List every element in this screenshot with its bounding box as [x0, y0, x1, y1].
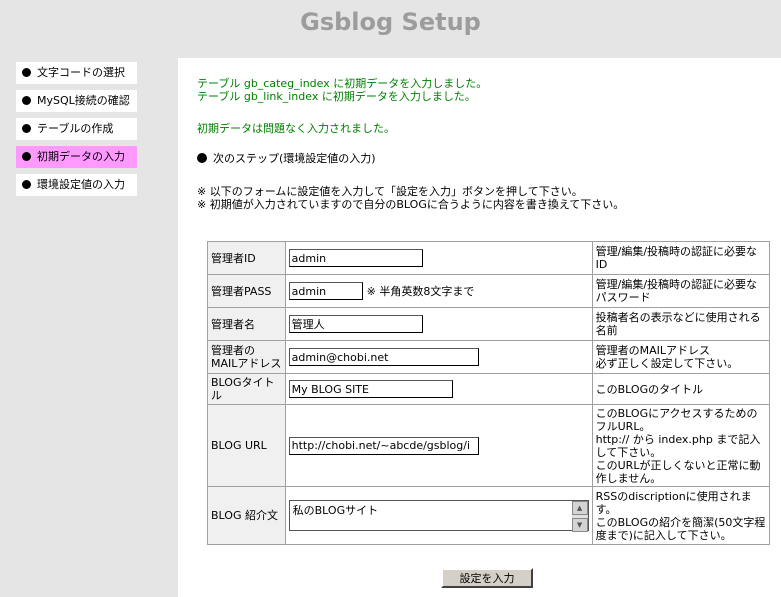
form-row-admin-pass: 管理者PASS ※ 半角英数8文字まで 管理/編集/投稿時の認証に必要なパスワー… [207, 274, 771, 308]
blog-intro-textarea-frame: 私のBLOGサイト ▲ ▼ [288, 500, 589, 532]
description-line: http:// から index.php まで記入して下さい。 [595, 432, 761, 459]
form-row-admin-mail: 管理者の MAILアドレス 管理者のMAILアドレス 必ず正しく設定して下さい。 [207, 340, 771, 374]
sidebar-item-initial-data[interactable]: 初期データの入力 [16, 146, 137, 168]
sidebar-item-charset[interactable]: 文字コードの選択 [16, 62, 137, 84]
description-line: このBLOGの紹介を簡潔(50文字程度まで)に記入して下さい。 [595, 515, 766, 542]
description-line: 必ず正しく設定して下さい。 [595, 357, 739, 370]
blog-url-input[interactable] [288, 436, 479, 455]
field-label: BLOG 紹介文 [207, 486, 286, 545]
main-panel: テーブル gb_categ_index に初期データを入力しました。 テーブル … [178, 58, 781, 597]
page-title: Gsblog Setup [300, 8, 481, 36]
field-label: 管理者ID [207, 241, 286, 275]
instruction-line: ※ 初期値が入力されていますので自分のBLOGに合うように内容を書き換えて下さい… [197, 198, 625, 211]
sidebar-item-label: 初期データの入力 [37, 150, 125, 163]
field-description: このBLOGにアクセスするためのフルURL。 http:// から index.… [591, 404, 771, 487]
bullet-icon [197, 153, 207, 163]
field-description: 管理/編集/投稿時の認証に必要なID [591, 241, 771, 275]
field-label: 管理者PASS [207, 274, 286, 308]
next-step-label: 次のステップ(環境設定値の入力) [213, 152, 376, 165]
field-label: 管理者名 [207, 307, 286, 341]
admin-mail-input[interactable] [288, 348, 479, 366]
field-label-line: MAILアドレス [211, 357, 282, 370]
submit-settings-button[interactable]: 設定を入力 [441, 568, 533, 588]
scroll-up-arrow-icon[interactable]: ▲ [571, 501, 588, 515]
bullet-icon [22, 68, 31, 77]
bullet-icon [22, 124, 31, 133]
form-row-admin-name: 管理者名 投稿者名の表示などに使用される名前 [207, 307, 771, 341]
bullet-icon [22, 96, 31, 105]
sidebar-item-mysql[interactable]: MySQL接続の確認 [16, 90, 137, 112]
field-label-line: 管理者の [211, 344, 255, 357]
description-line: このURLが正しくないと正常に動作しません。 [595, 458, 761, 485]
sidebar-item-settings[interactable]: 環境設定値の入力 [16, 174, 137, 196]
field-description: 管理/編集/投稿時の認証に必要なパスワード [591, 274, 771, 308]
description-line: このBLOGにアクセスするためのフルURL。 [595, 406, 758, 433]
field-description: 投稿者名の表示などに使用される名前 [591, 307, 771, 341]
field-description: 管理者のMAILアドレス 必ず正しく設定して下さい。 [591, 340, 771, 374]
field-label: 管理者の MAILアドレス [207, 340, 286, 374]
admin-name-input[interactable] [288, 315, 423, 333]
sidebar-item-label: MySQL接続の確認 [37, 94, 130, 107]
admin-id-input[interactable] [288, 249, 423, 267]
status-message: テーブル gb_link_index に初期データを入力しました。 [197, 90, 476, 103]
form-row-blog-url: BLOG URL このBLOGにアクセスするためのフルURL。 http:// … [207, 404, 771, 487]
settings-form-table: 管理者ID 管理/編集/投稿時の認証に必要なID 管理者PASS ※ 半角英数8… [207, 241, 771, 545]
field-label: BLOGタイトル [207, 373, 286, 405]
next-step-heading: 次のステップ(環境設定値の入力) [197, 152, 376, 166]
step-sidebar: 文字コードの選択 MySQL接続の確認 テーブルの作成 初期データの入力 環境設… [16, 62, 137, 202]
bullet-icon [22, 152, 31, 161]
scroll-down-arrow-icon[interactable]: ▼ [571, 518, 588, 532]
textarea-scrollbar[interactable]: ▲ ▼ [571, 501, 588, 532]
blog-title-input[interactable] [288, 380, 453, 398]
blog-intro-textarea[interactable]: 私のBLOGサイト [289, 501, 572, 530]
success-message: 初期データは問題なく入力されました。 [197, 122, 395, 135]
field-label: BLOG URL [207, 404, 286, 487]
form-row-blog-title: BLOGタイトル このBLOGのタイトル [207, 373, 771, 405]
description-line: RSSのdiscriptionに使用されます。 [595, 489, 752, 516]
sidebar-item-tables[interactable]: テーブルの作成 [16, 118, 137, 140]
field-description: このBLOGのタイトル [591, 373, 771, 405]
sidebar-item-label: テーブルの作成 [37, 122, 114, 135]
sidebar-item-label: 環境設定値の入力 [37, 178, 125, 191]
form-row-admin-id: 管理者ID 管理/編集/投稿時の認証に必要なID [207, 241, 771, 275]
field-description: RSSのdiscriptionに使用されます。 このBLOGの紹介を簡潔(50文… [591, 486, 771, 545]
bullet-icon [22, 180, 31, 189]
instruction-line: ※ 以下のフォームに設定値を入力して「設定を入力」ボタンを押して下さい。 [197, 185, 583, 198]
admin-pass-input[interactable] [288, 282, 363, 300]
pass-length-note: ※ 半角英数8文字まで [366, 285, 475, 298]
form-row-blog-intro: BLOG 紹介文 私のBLOGサイト ▲ ▼ RSSのdiscriptionに使… [207, 486, 771, 545]
description-line: 管理者のMAILアドレス [595, 344, 711, 357]
sidebar-item-label: 文字コードの選択 [37, 66, 125, 79]
